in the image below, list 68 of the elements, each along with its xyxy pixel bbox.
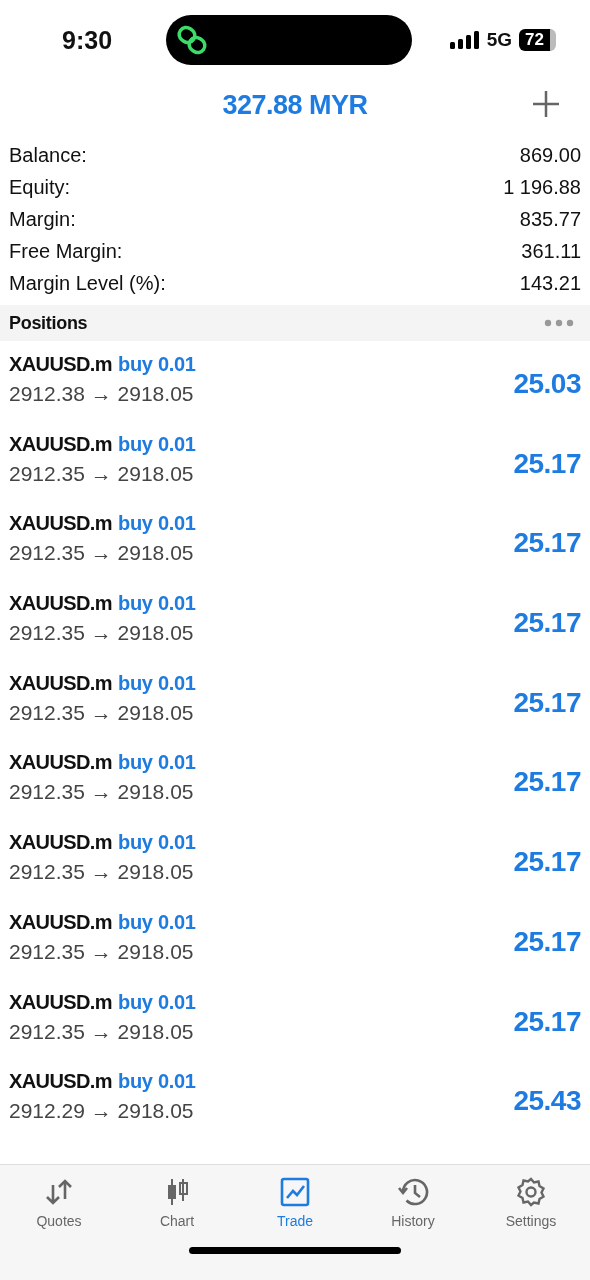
- position-symbol: XAUUSD.m: [9, 1070, 112, 1094]
- settings-icon: [516, 1177, 546, 1207]
- summary-label: Balance:: [9, 143, 87, 167]
- tab-item[interactable]: Quotes: [0, 1177, 118, 1229]
- signal-icon: [449, 31, 480, 49]
- position-symbol: XAUUSD.m: [9, 990, 112, 1014]
- position-symbol: XAUUSD.m: [9, 432, 112, 456]
- arrows-icon: [44, 1177, 74, 1207]
- summary-label: Equity:: [9, 175, 71, 199]
- position-prices: 2912.38 → 2918.05: [9, 382, 195, 406]
- position-symbol: XAUUSD.m: [9, 671, 112, 695]
- position-order: buy 0.01: [118, 592, 196, 616]
- position-symbol: XAUUSD.m: [9, 512, 112, 536]
- position-prices: 2912.35 → 2918.05: [9, 860, 195, 885]
- position-order: buy 0.01: [118, 751, 196, 775]
- summary-value: 361.11: [521, 239, 581, 263]
- summary-value: 835.77: [519, 207, 581, 231]
- position-symbol: XAUUSD.m: [9, 751, 112, 775]
- position-prices: 2912.35 → 2918.05: [9, 461, 195, 486]
- section-title: Positions: [9, 312, 88, 334]
- more-icon[interactable]: [544, 319, 574, 327]
- position-profit: 25.17: [513, 1005, 581, 1038]
- position-order: buy 0.01: [118, 1070, 196, 1094]
- position-profit: 25.17: [513, 607, 581, 640]
- link-icon: [176, 25, 208, 55]
- position-order: buy 0.01: [118, 990, 196, 1014]
- position-prices: 2912.35 → 2918.05: [9, 621, 195, 646]
- position-order: buy 0.01: [118, 831, 196, 855]
- history-icon: [397, 1177, 429, 1207]
- status-time: 9:30: [62, 25, 114, 55]
- position-profit: 25.17: [513, 766, 581, 799]
- position-prices: 2912.35 → 2918.05: [9, 541, 195, 566]
- summary-value: 869.00: [519, 143, 581, 167]
- position-profit: 25.17: [513, 846, 581, 879]
- plus-icon[interactable]: [532, 90, 560, 118]
- position-order: buy 0.01: [118, 432, 196, 456]
- position-profit: 25.17: [513, 447, 581, 480]
- position-profit: 25.43: [513, 1085, 581, 1118]
- position-symbol: XAUUSD.m: [9, 831, 112, 855]
- tab-item[interactable]: Settings: [472, 1177, 590, 1229]
- position-order: buy 0.01: [118, 353, 196, 376]
- position-profit: 25.17: [513, 527, 581, 560]
- position-profit: 25.03: [513, 368, 581, 400]
- tab-item[interactable]: Chart: [118, 1177, 236, 1229]
- summary-value: 143.21: [519, 271, 581, 295]
- position-profit: 25.17: [513, 686, 581, 719]
- position-symbol: XAUUSD.m: [9, 592, 112, 616]
- equity-title: 327.88 MYR: [222, 89, 368, 121]
- position-prices: 2912.29 → 2918.05: [9, 1099, 195, 1124]
- position-profit: 25.17: [513, 925, 581, 958]
- network-label: 5G: [486, 29, 513, 51]
- position-prices: 2912.35 → 2918.05: [9, 1019, 195, 1044]
- position-prices: 2912.35 → 2918.05: [9, 780, 195, 805]
- tab-item[interactable]: Trade: [236, 1177, 354, 1229]
- position-prices: 2912.35 → 2918.05: [9, 939, 195, 964]
- summary-value: 1 196.88: [503, 175, 581, 199]
- position-order: buy 0.01: [118, 910, 196, 934]
- battery-indicator: 72: [519, 29, 556, 51]
- position-order: buy 0.01: [118, 512, 196, 536]
- position-prices: 2912.35 → 2918.05: [9, 700, 195, 725]
- summary-label: Free Margin:: [9, 239, 123, 263]
- trend-chart-icon: [280, 1177, 310, 1207]
- summary-label: Margin:: [9, 207, 76, 231]
- position-order: buy 0.01: [118, 671, 196, 695]
- position-symbol: XAUUSD.m: [9, 353, 112, 376]
- summary-label: Margin Level (%):: [9, 271, 166, 295]
- tab-item[interactable]: History: [354, 1177, 472, 1229]
- position-symbol: XAUUSD.m: [9, 910, 112, 934]
